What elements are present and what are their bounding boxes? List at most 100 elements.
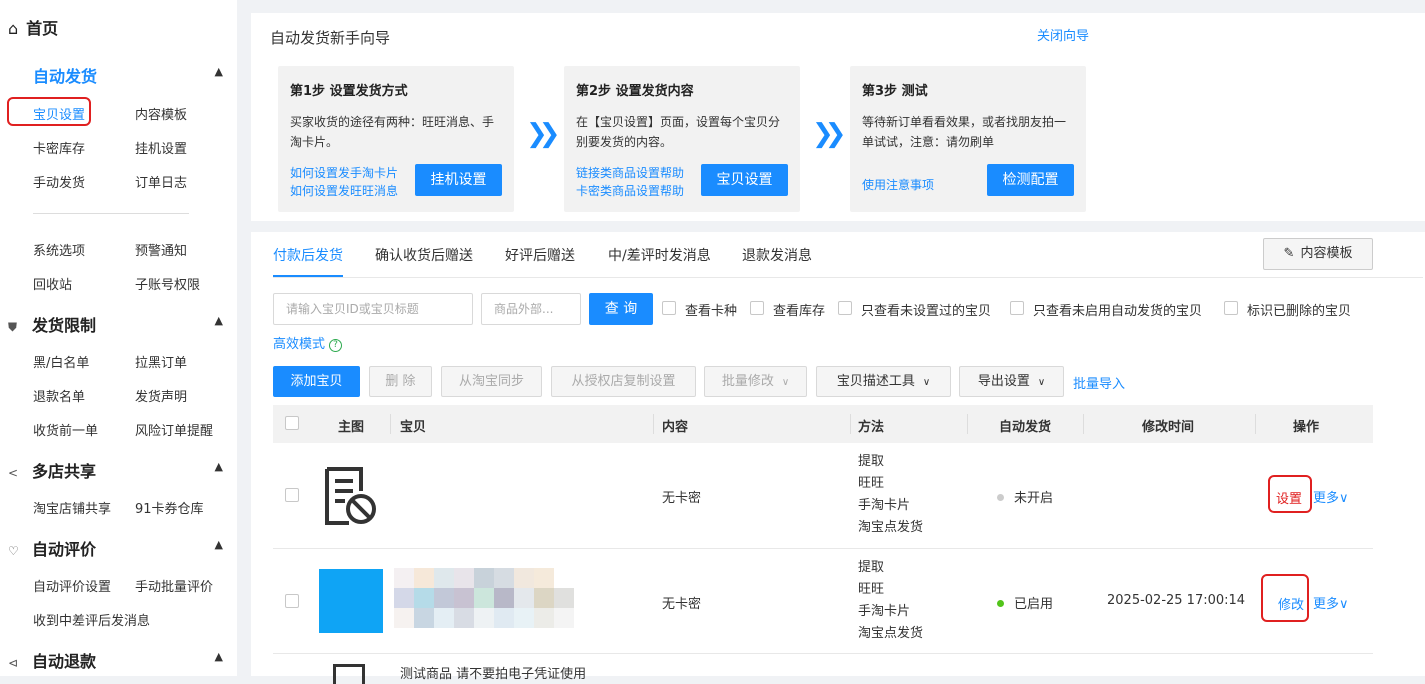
product-title[interactable]: 测试商品 请不要拍电子凭证使用 [400,663,586,682]
check-config-button[interactable]: 检测配置 [987,164,1074,196]
delete-button[interactable]: 删 除 [369,366,432,397]
batch-modify-dropdown[interactable]: 批量修改 ∨ [704,366,807,397]
chevron-up-icon: ▲ [214,460,223,473]
highlight-box [1261,574,1309,622]
content-template-button[interactable]: ✎ 内容模板 [1263,238,1373,270]
add-baby-button[interactable]: 添加宝贝 [273,366,360,397]
chevron-down-icon: ∨ [1037,377,1046,388]
sidebar-item-taobao-share[interactable]: 淘宝店铺共享 [33,498,111,517]
sidebar-item-ship-statement[interactable]: 发货声明 [135,386,187,405]
sidebar-section-auto-review[interactable]: ♡ 自动评价 ▲ [8,536,223,560]
outer-id-input[interactable]: 商品外部... [481,293,581,325]
checkbox[interactable] [662,301,676,315]
content-value: 无卡密 [662,597,702,612]
sidebar-home[interactable]: ⌂ 首页 [8,15,58,39]
shield-icon: ⛊ [8,320,18,334]
checkbox[interactable] [838,301,852,315]
efficient-mode-link[interactable]: 高效模式? [273,333,343,352]
hangup-settings-button[interactable]: 挂机设置 [415,164,502,196]
sidebar-section-multi-shop[interactable]: < 多店共享 ▲ [8,458,223,482]
sidebar-item-bad-review-msg[interactable]: 收到中差评后发消息 [33,610,150,629]
sidebar-item-risk-orders[interactable]: 风险订单提醒 [135,420,213,439]
export-settings-dropdown[interactable]: 导出设置 ∨ [959,366,1064,397]
sidebar-item-system-options[interactable]: 系统选项 [33,240,85,259]
col-content: 内容 [662,420,689,435]
help-link[interactable]: 如何设置发手淘卡片 [290,164,398,181]
batch-import-link[interactable]: 批量导入 [1073,373,1125,392]
share-icon: < [8,466,19,480]
more-dropdown[interactable]: 更多∨ [1313,593,1349,612]
col-modify-time: 修改时间 [1142,420,1195,435]
table-row: 无卡密 提取 旺旺 手淘卡片 淘宝点发货 已启用 2025-02-25 17:0… [273,549,1373,654]
doc-icon [333,664,365,684]
row-checkbox[interactable] [285,594,299,608]
double-chevron-right-icon: ❯❯ [812,119,846,149]
tab-refund-msg[interactable]: 退款发消息 [742,245,812,265]
filter-label: 只查看未启用自动发货的宝贝 [1033,304,1203,319]
copy-settings-button[interactable]: 从授权店复制设置 [551,366,696,397]
more-dropdown[interactable]: 更多∨ [1313,487,1349,506]
filter-label: 标识已删除的宝贝 [1247,304,1352,319]
help-link[interactable]: 链接类商品设置帮助 [576,164,684,181]
step-desc: 等待新订单看看效果，或者找朋友拍一单试试，注意：请勿刷单 [862,115,1067,149]
col-separator [1255,414,1256,434]
status-dot [997,600,1004,607]
checkbox[interactable] [1010,301,1024,315]
sidebar-item-block-orders[interactable]: 拉黑订单 [135,352,187,371]
tab-bad-review-msg[interactable]: 中/差评时发消息 [608,245,711,265]
step-desc: 买家收货的途径有两种：旺旺消息、手淘卡片。 [290,115,495,149]
sidebar-item-card-stock[interactable]: 卡密库存 [33,138,85,157]
tab-after-good-review[interactable]: 好评后赠送 [505,245,575,265]
sidebar-item-coupon-warehouse[interactable]: 91卡券仓库 [135,498,204,517]
query-button[interactable]: 查 询 [589,293,653,325]
checkbox[interactable] [750,301,764,315]
tab-after-payment[interactable]: 付款后发货 [273,245,343,265]
method-list: 提取 旺旺 手淘卡片 淘宝点发货 [858,560,924,641]
home-icon: ⌂ [8,19,19,38]
sidebar-section-auto-ship[interactable]: 自动发货 ▲ [8,63,223,87]
status-badge: 已启用 [997,593,1053,612]
sidebar-item-content-template[interactable]: 内容模板 [135,104,187,123]
select-all-checkbox[interactable] [285,416,299,430]
help-link[interactable]: 如何设置发旺旺消息 [290,182,398,199]
content-value: 无卡密 [662,491,702,506]
table-row: 测试商品 请不要拍电子凭证使用 [273,654,1373,684]
tab-after-receipt[interactable]: 确认收货后赠送 [375,245,473,265]
sidebar-item-hangup[interactable]: 挂机设置 [135,138,187,157]
sidebar-item-manual-batch-review[interactable]: 手动批量评价 [135,576,213,595]
sync-taobao-button[interactable]: 从淘宝同步 [441,366,542,397]
col-auto-ship: 自动发货 [999,420,1052,435]
status-dot [997,494,1004,501]
help-link[interactable]: 卡密类商品设置帮助 [576,182,684,199]
checkbox[interactable] [1224,301,1238,315]
sidebar-section-ship-limit[interactable]: ⛊ 发货限制 ▲ [8,312,223,336]
guide-step-3: 第3步 测试 等待新订单看看效果，或者找朋友拍一单试试，注意：请勿刷单 使用注意… [850,66,1086,212]
double-chevron-right-icon: ❯❯ [526,119,560,149]
sidebar-item-auto-review-settings[interactable]: 自动评价设置 [33,576,111,595]
active-tab-indicator [273,275,343,277]
sidebar-item-refund-list[interactable]: 退款名单 [33,386,85,405]
sidebar-section-auto-refund[interactable]: ⊲ 自动退款 ▲ [8,648,223,672]
help-link[interactable]: 使用注意事项 [862,176,934,193]
sidebar-divider [33,213,189,214]
step-title: 第1步 设置发货方式 [290,84,408,99]
col-separator [967,414,968,434]
sidebar-item-recycle[interactable]: 回收站 [33,274,72,293]
sidebar-item-subaccount[interactable]: 子账号权限 [135,274,200,293]
search-input[interactable]: 请输入宝贝ID或宝贝标题 [273,293,473,325]
chevron-up-icon: ▲ [214,538,223,551]
sidebar-item-manual-ship[interactable]: 手动发货 [33,172,85,191]
sidebar-item-blackwhite[interactable]: 黑/白名单 [33,352,89,371]
sidebar-item-order-log[interactable]: 订单日志 [135,172,187,191]
sidebar-item-pre-receipt[interactable]: 收货前一单 [33,420,98,439]
no-image-icon [323,465,379,531]
chevron-up-icon: ▲ [214,314,223,327]
row-checkbox[interactable] [285,488,299,502]
close-guide-link[interactable]: 关闭向导 [1037,25,1089,44]
desc-tool-dropdown[interactable]: 宝贝描述工具 ∨ [816,366,951,397]
col-actions: 操作 [1293,420,1320,435]
sidebar-item-alert[interactable]: 预警通知 [135,240,187,259]
chevron-up-icon: ▲ [214,650,223,663]
col-separator [1083,414,1084,434]
baby-settings-button[interactable]: 宝贝设置 [701,164,788,196]
